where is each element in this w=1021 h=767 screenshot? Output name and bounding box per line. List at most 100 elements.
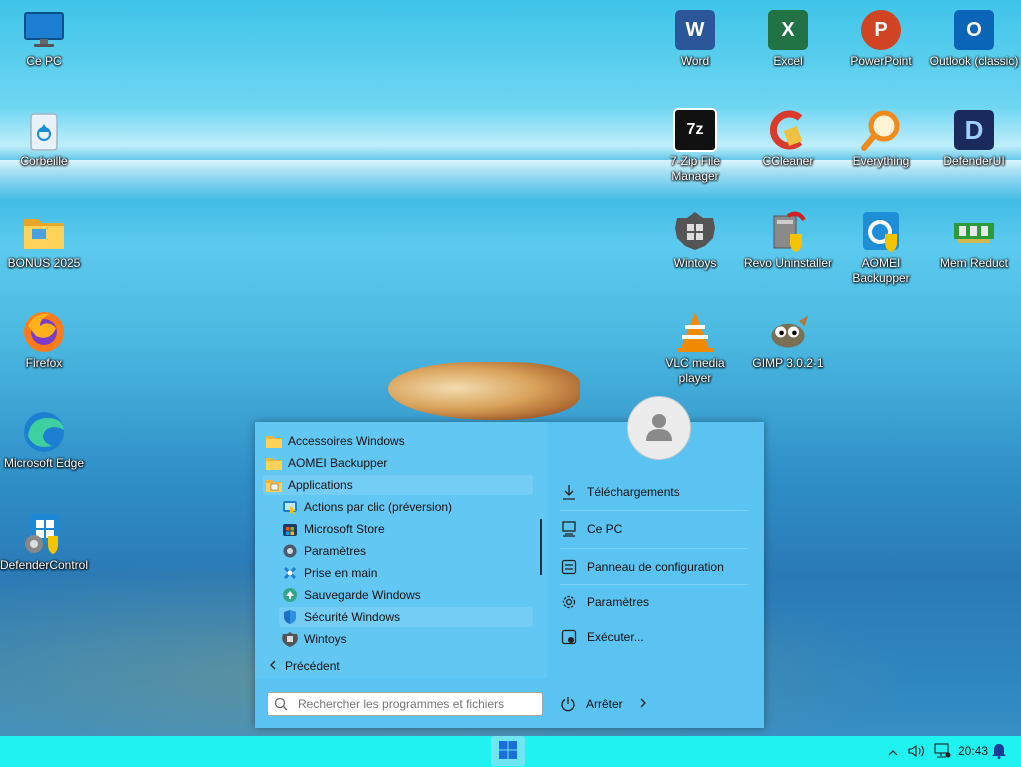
link-ce-pc[interactable]: Ce PC <box>560 517 750 541</box>
menu-item-label: Wintoys <box>304 632 347 646</box>
defenderui-icon: D <box>952 108 996 152</box>
vlc-icon <box>673 310 717 354</box>
desktop-icon-corbeille[interactable]: Corbeille <box>0 108 90 169</box>
notifications-button[interactable] <box>990 743 1008 761</box>
control-panel-icon <box>560 559 578 575</box>
desktop-icon-label: Word <box>680 54 710 68</box>
desktop-icon-label: Mem Reduct <box>939 256 1009 270</box>
separator <box>560 584 748 585</box>
desktop-icon-outlook[interactable]: O Outlook (classic) <box>928 8 1020 69</box>
chevron-right-icon <box>639 697 647 711</box>
mem-reduct-icon <box>952 210 996 254</box>
menu-item-label: AOMEI Backupper <box>288 456 388 470</box>
speaker-icon <box>908 744 926 761</box>
desktop-icon-aomei-backupper[interactable]: AOMEI Backupper <box>835 210 927 286</box>
desktop-icon-microsoft-edge[interactable]: Microsoft Edge <box>0 410 90 471</box>
menu-item-prise-en-main[interactable]: Prise en main <box>279 563 533 583</box>
link-label: Panneau de configuration <box>587 560 724 574</box>
recycle-bin-icon <box>22 108 66 152</box>
desktop-icon-ccleaner[interactable]: CCleaner <box>742 108 834 169</box>
avatar[interactable] <box>627 396 691 460</box>
menu-item-label: Accessoires Windows <box>288 434 405 448</box>
link-label: Paramètres <box>587 595 650 609</box>
menu-item-label: Applications <box>288 478 353 492</box>
desktop-icon-excel[interactable]: X Excel <box>742 8 834 69</box>
defender-control-icon <box>22 512 66 556</box>
desktop-icon-wintoys[interactable]: Wintoys <box>649 210 741 271</box>
desktop-icon-defendercontrol[interactable]: DefenderControl <box>0 512 90 573</box>
chevron-up-icon <box>888 745 898 759</box>
run-icon <box>560 629 578 645</box>
desktop-icon-gimp[interactable]: GIMP 3.0.2-1 <box>742 310 834 371</box>
outlook-icon: O <box>952 8 996 52</box>
computer-icon <box>560 521 578 537</box>
desktop-icon-label: CCleaner <box>762 154 814 168</box>
search-input[interactable] <box>296 696 536 712</box>
desktop-icon-vlc[interactable]: VLC media player <box>649 310 741 386</box>
link-executer[interactable]: Exécuter... <box>560 625 750 649</box>
desktop-icon-label: Ce PC <box>26 54 62 68</box>
windows-logo-icon <box>499 740 517 762</box>
7zip-icon: 7z <box>673 108 717 152</box>
scrollbar-thumb[interactable] <box>540 519 542 575</box>
excel-icon: X <box>766 8 810 52</box>
desktop-icon-ce-pc[interactable]: Ce PC <box>0 8 90 69</box>
menu-item-applications[interactable]: Applications <box>263 475 533 495</box>
monitor-icon <box>22 8 66 52</box>
menu-item-wintoys[interactable]: Wintoys <box>279 629 533 649</box>
desktop-icon-word[interactable]: W Word <box>649 8 741 69</box>
menu-item-securite-windows[interactable]: Sécurité Windows <box>279 607 533 627</box>
shutdown-button[interactable]: Arrêter <box>560 694 623 714</box>
desktop-icon-defenderui[interactable]: D DefenderUI <box>928 108 1020 169</box>
menu-item-label: Prise en main <box>304 566 378 580</box>
programs-pane: Accessoires Windows AOMEI Backupper Appl… <box>255 422 547 678</box>
link-label: Exécuter... <box>587 630 644 644</box>
desktop-icon-label: DefenderControl <box>0 558 89 572</box>
desktop-icon-label: Wintoys <box>673 256 717 270</box>
edge-icon <box>22 410 66 454</box>
desktop-icon-powerpoint[interactable]: P PowerPoint <box>835 8 927 69</box>
desktop-icon-bonus-2025[interactable]: BONUS 2025 <box>0 210 90 271</box>
start-button[interactable] <box>491 736 525 766</box>
menu-item-label: Sauvegarde Windows <box>304 588 421 602</box>
desktop-icon-mem-reduct[interactable]: Mem Reduct <box>928 210 1020 271</box>
shutdown-options-button[interactable] <box>635 694 651 714</box>
desktop-icon-firefox[interactable]: Firefox <box>0 310 90 371</box>
menu-item-aomei-backupper[interactable]: AOMEI Backupper <box>263 453 533 473</box>
gimp-icon <box>766 310 810 354</box>
search-box[interactable] <box>267 692 543 716</box>
firefox-icon <box>22 310 66 354</box>
shield-icon <box>282 609 298 625</box>
ccleaner-icon <box>766 108 810 152</box>
menu-item-sauvegarde-windows[interactable]: Sauvegarde Windows <box>279 585 533 605</box>
download-icon <box>560 484 578 500</box>
network-button[interactable] <box>932 742 952 761</box>
everything-search-icon <box>859 108 903 152</box>
bell-icon <box>992 743 1006 762</box>
link-telechargements[interactable]: Téléchargements <box>560 480 750 504</box>
link-parametres[interactable]: Paramètres <box>560 590 750 614</box>
desktop-icon-label: VLC media player <box>665 356 725 385</box>
desktop-icon-label: Corbeille <box>20 154 68 168</box>
revo-uninstaller-icon <box>766 210 810 254</box>
word-icon: W <box>673 8 717 52</box>
back-button[interactable]: Précédent <box>269 656 340 676</box>
link-panneau-de-configuration[interactable]: Panneau de configuration <box>560 555 750 579</box>
separator <box>560 548 748 549</box>
desktop-icon-label: Everything <box>852 154 910 168</box>
menu-item-label: Microsoft Store <box>304 522 385 536</box>
clock[interactable]: 20:43 <box>958 744 988 758</box>
desktop-icon-label: Outlook (classic) <box>929 54 1019 68</box>
desktop-icon-7zip[interactable]: 7z 7-Zip File Manager <box>649 108 741 184</box>
seashell-image <box>388 362 580 420</box>
desktop-icon-everything[interactable]: Everything <box>835 108 927 169</box>
menu-item-parametres[interactable]: Paramètres <box>279 541 533 561</box>
volume-button[interactable] <box>907 743 927 761</box>
menu-item-actions-par-clic[interactable]: Actions par clic (préversion) <box>279 497 533 517</box>
menu-item-microsoft-store[interactable]: Microsoft Store <box>279 519 533 539</box>
user-icon <box>642 410 676 447</box>
show-hidden-icons-button[interactable] <box>885 744 901 760</box>
desktop-icon-revo-uninstaller[interactable]: Revo Uninstaller <box>742 210 834 271</box>
desktop-icon-label: 7-Zip File Manager <box>669 154 720 183</box>
menu-item-accessoires-windows[interactable]: Accessoires Windows <box>263 431 533 451</box>
